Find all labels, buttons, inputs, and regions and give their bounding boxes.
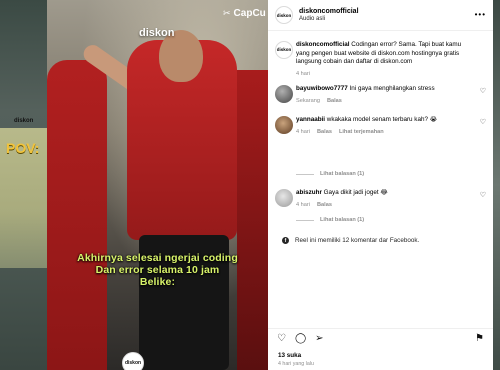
comment-time: 4 hari: [296, 128, 310, 135]
comment-text: Ini gaya menghilangkan stress: [349, 85, 435, 92]
capcut-icon: ✂: [223, 8, 231, 18]
comment-username[interactable]: abiszuhr: [296, 189, 322, 196]
avatar[interactable]: diskon: [275, 41, 293, 59]
post-username[interactable]: diskoncomofficial: [299, 0, 493, 15]
view-replies-button[interactable]: Lihat balasan (1): [296, 217, 364, 223]
comment-item: bayuwibowo7777 Ini gaya menghilangkan st…: [275, 85, 486, 105]
avatar[interactable]: [275, 116, 293, 134]
translate-button[interactable]: Lihat terjemahan: [339, 128, 384, 137]
facebook-comments-note: f Reel ini memiliki 12 komentar dar Face…: [282, 237, 419, 244]
capcut-label: CapCu: [233, 8, 266, 19]
background-text: POV:: [6, 140, 40, 156]
view-replies-label: Lihat balasan (1): [320, 217, 365, 223]
post-caption: diskon diskoncomofficial Codingan error?…: [275, 41, 486, 78]
comment-time: Sekarang: [296, 97, 320, 104]
reply-button[interactable]: Balas: [327, 97, 342, 106]
video-uploader-avatar[interactable]: diskon: [122, 352, 144, 370]
comment-username[interactable]: yannaabii: [296, 116, 325, 123]
background-left: diskon POV:: [0, 0, 47, 370]
avatar[interactable]: diskon: [275, 6, 293, 24]
facebook-icon: f: [282, 237, 289, 244]
comment-text: Gaya dikit jadi joget 😂: [323, 189, 388, 196]
comments-list[interactable]: diskon diskoncomofficial Codingan error?…: [268, 31, 493, 328]
replies-line: [296, 219, 314, 221]
video-person-right: [237, 70, 268, 370]
more-options-icon[interactable]: •••: [475, 10, 486, 19]
share-icon[interactable]: ➢: [315, 333, 323, 344]
post-audio[interactable]: Audio asli: [299, 16, 493, 22]
avatar-label: diskon: [276, 12, 292, 18]
reply-button[interactable]: Balas: [317, 201, 332, 210]
post-panel: diskon diskoncomofficial Audio asli ••• …: [268, 0, 493, 370]
heart-icon[interactable]: ♡: [480, 119, 486, 128]
reply-button[interactable]: Balas: [317, 128, 332, 137]
post-footer: ♡ ◯ ➢ ⚑ 13 suka 4 hari yang lalu: [268, 328, 493, 370]
action-bar: ♡ ◯ ➢: [277, 333, 324, 344]
heart-icon[interactable]: ♡: [480, 192, 486, 201]
caption-time: 4 hari: [296, 70, 310, 77]
comment-username[interactable]: bayuwibowo7777: [296, 85, 348, 92]
video-caption-line: Belike:: [139, 276, 176, 288]
post-header: diskon diskoncomofficial Audio asli •••: [268, 0, 493, 31]
facebook-note-text: Reel ini memiliki 12 komentar dar Facebo…: [295, 237, 420, 244]
background-logo: diskon: [14, 118, 34, 124]
video-caption: Akhirnya selesai ngerjai coding Dan erro…: [47, 252, 268, 288]
avatar[interactable]: [275, 85, 293, 103]
bookmark-icon[interactable]: ⚑: [475, 333, 484, 344]
background-right: [493, 0, 500, 370]
heart-icon[interactable]: ♡: [277, 333, 286, 344]
caption-username[interactable]: diskoncomofficial: [296, 41, 350, 48]
video-caption-line: Dan error selama 10 jam: [95, 264, 220, 276]
post-time: 4 hari yang lalu: [278, 361, 314, 367]
comment-icon[interactable]: ◯: [295, 333, 306, 344]
heart-icon[interactable]: ♡: [480, 88, 486, 97]
comment-item: abiszuhr Gaya dikit jadi joget 😂 4 hari …: [275, 159, 486, 209]
diskon-watermark: diskon: [139, 27, 175, 39]
comment-text: wkakaka model senam terbaru kah? 😭: [326, 116, 438, 123]
reel-video[interactable]: ✂ CapCu diskon Akhirnya selesai ngerjai …: [47, 0, 268, 370]
video-caption-line: Akhirnya selesai ngerjai coding: [77, 252, 238, 264]
comment-item: yannaabii wkakaka model senam terbaru ka…: [275, 116, 486, 136]
comment-time: 4 hari: [296, 201, 310, 208]
video-person-left: [47, 60, 107, 370]
avatar-label: diskon: [276, 46, 292, 52]
capcut-watermark: ✂ CapCu: [223, 8, 266, 19]
likes-count[interactable]: 13 suka: [278, 352, 301, 359]
avatar[interactable]: [275, 189, 293, 207]
